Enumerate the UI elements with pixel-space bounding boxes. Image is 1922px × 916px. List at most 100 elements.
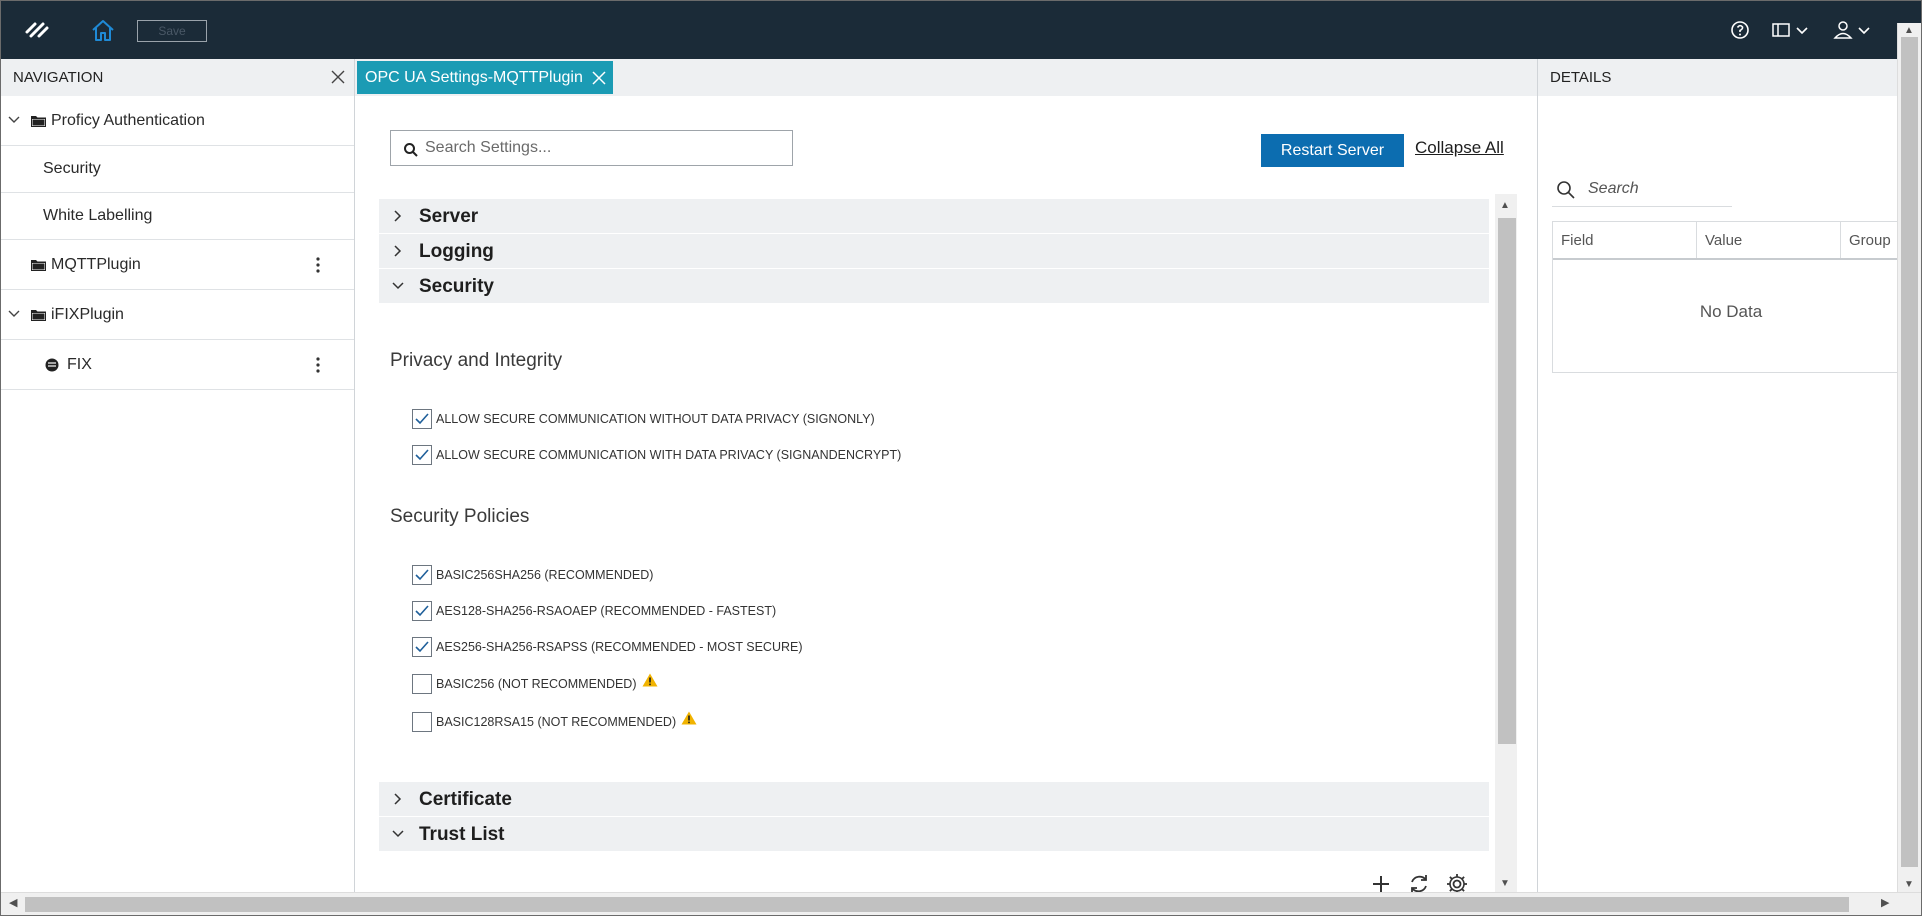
checkbox[interactable] (412, 637, 432, 657)
checkmark-icon (415, 605, 429, 617)
checkbox[interactable] (412, 565, 432, 585)
checkmark-icon (415, 641, 429, 653)
user-menu-icon[interactable] (1831, 17, 1879, 43)
chevron-down-icon[interactable] (7, 307, 21, 321)
details-panel: DETAILS Field Value Group No Data (1537, 59, 1902, 892)
nav-item-fix[interactable]: FIX (1, 340, 354, 390)
nav-item-ifixplugin[interactable]: iFIXPlugin (1, 290, 354, 340)
window-horizontal-scrollbar[interactable]: ◀ ▶ (1, 892, 1921, 915)
scroll-left-arrow-icon[interactable]: ◀ (9, 896, 17, 909)
section-server[interactable]: Server (379, 199, 1489, 233)
scrollbar-thumb[interactable] (1901, 37, 1918, 867)
close-navigation-icon[interactable] (330, 69, 346, 85)
app-window: Save NAVIGATION Proficy Authentication S… (0, 0, 1922, 916)
checkmark-icon (415, 449, 429, 461)
search-icon (404, 143, 418, 157)
scroll-down-arrow-icon[interactable]: ▼ (1500, 878, 1510, 889)
nav-item-white-labelling[interactable]: White Labelling (1, 193, 354, 240)
option-label: AES128-SHA256-RSAOAEP (RECOMMENDED - FAS… (436, 604, 777, 618)
nav-item-label: Security (43, 160, 101, 177)
checkmark-icon (415, 569, 429, 581)
navigation-header: NAVIGATION (1, 59, 354, 96)
option-label: BASIC128RSA15 (NOT RECOMMENDED) (436, 715, 677, 729)
nav-item-proficy-authentication[interactable]: Proficy Authentication (1, 96, 354, 146)
checkbox[interactable] (412, 601, 432, 621)
details-title: DETAILS (1550, 69, 1612, 86)
folder-icon (31, 310, 46, 321)
nav-item-label: Proficy Authentication (51, 111, 205, 129)
nav-item-label: FIX (67, 355, 92, 373)
column-header-value[interactable]: Value (1697, 222, 1841, 258)
collapse-all-link[interactable]: Collapse All (1415, 138, 1504, 158)
chevron-down-icon (392, 830, 404, 838)
more-options-icon[interactable] (316, 257, 320, 273)
section-label: Logging (419, 241, 494, 262)
option-label: AES256-SHA256-RSAPSS (RECOMMENDED - MOST… (436, 640, 803, 654)
chevron-right-icon (394, 245, 402, 257)
policy-aes256-sha256-rsapss[interactable]: AES256-SHA256-RSAPSS (RECOMMENDED - MOST… (412, 636, 803, 658)
folder-icon (31, 260, 46, 271)
privacy-option-signonly[interactable]: ALLOW SECURE COMMUNICATION WITHOUT DATA … (412, 408, 875, 430)
search-settings-box[interactable] (390, 130, 793, 166)
tab-opc-ua-settings[interactable]: OPC UA Settings-MQTTPlugin (357, 61, 613, 94)
search-settings-input[interactable] (425, 137, 785, 159)
empty-state-text: No Data (1699, 302, 1763, 321)
section-logging[interactable]: Logging (379, 234, 1489, 268)
checkbox[interactable] (412, 445, 432, 465)
chevron-down-icon[interactable] (7, 113, 21, 127)
app-logo-icon[interactable] (23, 18, 51, 42)
chevron-down-icon (392, 282, 404, 290)
scroll-up-arrow-icon[interactable]: ▲ (1904, 25, 1914, 36)
nav-item-security[interactable]: Security (1, 146, 354, 193)
help-icon[interactable] (1727, 17, 1753, 43)
checkbox[interactable] (412, 674, 432, 694)
privacy-option-signandencrypt[interactable]: ALLOW SECURE COMMUNICATION WITH DATA PRI… (412, 444, 901, 466)
option-label: ALLOW SECURE COMMUNICATION WITH DATA PRI… (436, 448, 902, 462)
scrollbar-thumb[interactable] (25, 897, 1849, 912)
scroll-right-arrow-icon[interactable]: ▶ (1881, 896, 1889, 909)
more-options-icon[interactable] (316, 357, 320, 373)
database-icon (45, 358, 59, 372)
section-security[interactable]: Security (379, 269, 1489, 303)
nav-item-mqttplugin[interactable]: MQTTPlugin (1, 240, 354, 290)
chevron-right-icon (394, 210, 402, 222)
section-trust-list[interactable]: Trust List (379, 817, 1489, 851)
restart-server-button[interactable]: Restart Server (1261, 134, 1404, 167)
scrollbar-thumb[interactable] (1498, 218, 1516, 744)
save-button[interactable]: Save (137, 20, 207, 42)
policy-basic256[interactable]: BASIC256 (NOT RECOMMENDED) (412, 673, 658, 695)
details-table: Field Value Group No Data (1552, 221, 1902, 373)
scroll-down-arrow-icon[interactable]: ▼ (1904, 879, 1914, 890)
section-label: Certificate (419, 789, 512, 810)
navigation-title: NAVIGATION (13, 69, 104, 86)
nav-item-label: MQTTPlugin (51, 255, 141, 273)
layout-selector-icon[interactable] (1769, 17, 1817, 43)
policy-aes128-sha256-rsaoaep[interactable]: AES128-SHA256-RSAOAEP (RECOMMENDED - FAS… (412, 600, 776, 622)
chevron-right-icon (394, 793, 402, 805)
checkbox[interactable] (412, 712, 432, 732)
folder-icon (31, 116, 46, 127)
details-header: DETAILS (1538, 59, 1897, 96)
option-label: ALLOW SECURE COMMUNICATION WITHOUT DATA … (436, 412, 875, 426)
details-search-input[interactable] (1588, 178, 1728, 200)
policies-heading: Security Policies (390, 506, 530, 527)
checkbox[interactable] (412, 409, 432, 429)
tab-label: OPC UA Settings-MQTTPlugin (365, 68, 583, 86)
column-header-field[interactable]: Field (1553, 222, 1697, 258)
window-vertical-scrollbar[interactable]: ▲ ▼ (1897, 23, 1921, 893)
scroll-up-arrow-icon[interactable]: ▲ (1500, 200, 1510, 211)
home-icon[interactable] (89, 17, 117, 43)
warning-icon (642, 673, 657, 687)
privacy-heading: Privacy and Integrity (390, 350, 563, 371)
option-label: BASIC256 (NOT RECOMMENDED) (436, 677, 637, 691)
search-icon (1557, 181, 1575, 199)
details-search-box[interactable] (1552, 171, 1732, 207)
close-tab-icon[interactable] (591, 70, 607, 86)
settings-scrollbar[interactable]: ▲ ▼ (1495, 194, 1517, 892)
section-label: Server (419, 206, 479, 227)
section-certificate[interactable]: Certificate (379, 782, 1489, 816)
navigation-panel: NAVIGATION Proficy Authentication Securi… (1, 59, 355, 892)
policy-basic128rsa15[interactable]: BASIC128RSA15 (NOT RECOMMENDED) (412, 711, 697, 733)
policy-basic256sha256[interactable]: BASIC256SHA256 (RECOMMENDED) (412, 564, 653, 586)
section-label: Trust List (419, 824, 505, 845)
